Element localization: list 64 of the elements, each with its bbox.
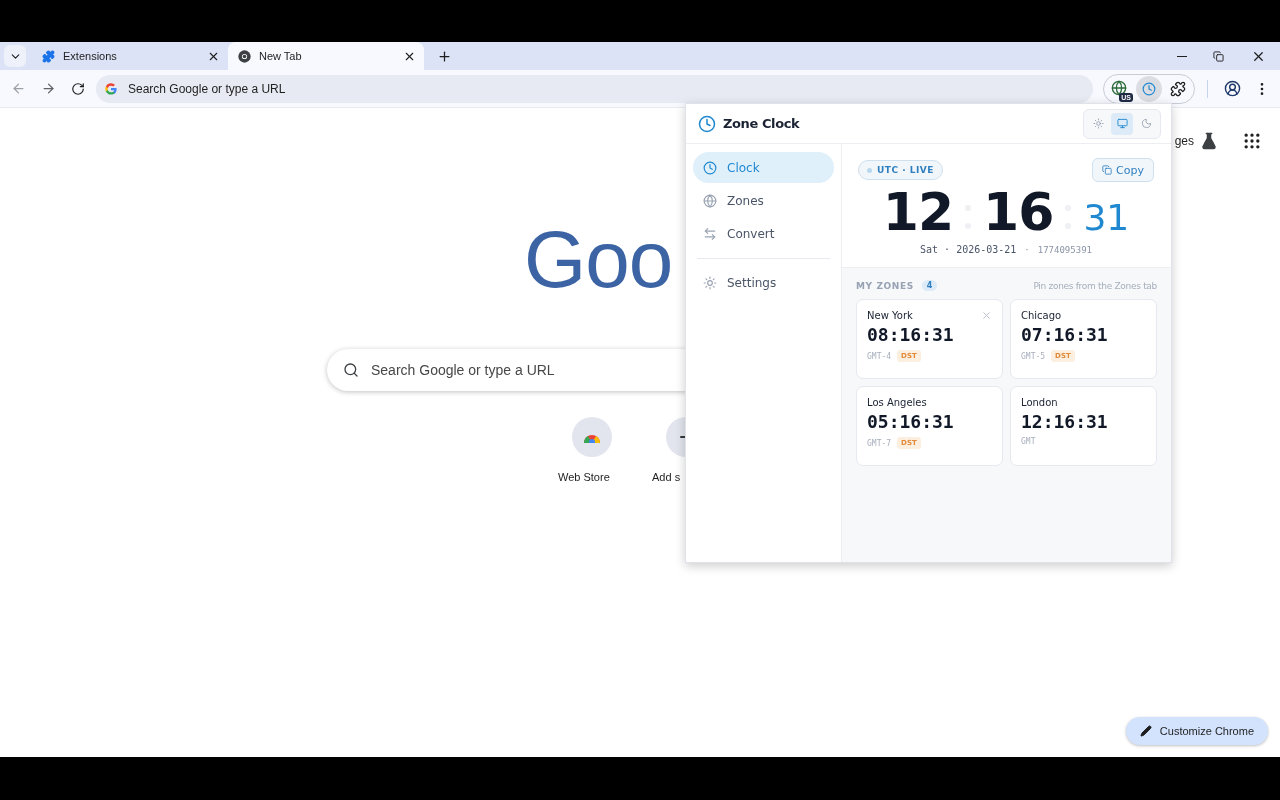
chrome-logo-icon [238,49,251,63]
customize-chrome-button[interactable]: Customize Chrome [1125,717,1268,745]
clock-seconds: 31 [1083,200,1130,236]
nav-item[interactable]: Convert [693,218,834,249]
clock-minutes: 16 [983,186,1054,238]
copy-icon [1102,165,1113,175]
search-icon [343,362,359,378]
zone-clock-logo-icon [698,114,716,133]
clock-hours: 12 [882,186,954,238]
address-bar[interactable]: Search Google or type a URL [96,74,1093,103]
live-status-chip: UTC · LIVE [858,160,943,180]
city-name: Los Angeles [867,397,927,408]
nav-item[interactable]: Settings [693,267,834,298]
copy-button[interactable]: Copy [1092,158,1154,182]
utc-offset: GMT-5 [1021,351,1046,361]
zone-card[interactable]: London 12:16:31 GMT [1010,386,1157,466]
swap-icon [703,226,717,241]
separator-text: · [1024,244,1030,255]
minimize-icon [1177,55,1187,57]
globe-icon [1111,79,1127,96]
forward-arrow-icon [40,81,56,96]
sun-icon [1092,118,1104,129]
profile-icon [1223,80,1241,97]
monitor-icon [1116,118,1128,129]
browser-tab[interactable]: New Tab [228,42,424,70]
zone-time: 07:16:31 [1021,324,1109,345]
flask-icon[interactable] [1200,132,1218,150]
shortcut-label[interactable]: Add s [652,471,681,483]
system-theme-button[interactable] [1111,112,1133,135]
hint-text: Pin zones from the Zones tab [1033,280,1157,291]
reload-icon [71,81,85,96]
pencil-icon [1139,725,1152,737]
city-name: London [1021,397,1058,408]
nav-item[interactable]: Zones [693,185,834,216]
tab-search-button[interactable] [4,45,26,67]
browser-tab[interactable]: Extensions [32,42,228,70]
clock-icon [703,160,717,175]
plus-icon [436,48,452,64]
apps-icon[interactable] [1242,131,1262,151]
city-name: New York [867,310,913,321]
zone-time: 05:16:31 [867,411,955,432]
moon-icon [1140,118,1152,129]
settings-icon [703,275,717,290]
zone-time: 08:16:31 [867,324,955,345]
utc-offset: GMT [1021,437,1036,446]
globe-icon [703,193,717,208]
images-link[interactable]: ges [1174,134,1194,148]
epoch-text: 1774095391 [1037,244,1092,255]
zone-count: 4 [921,280,938,291]
section-title: MY ZONES [856,280,914,291]
shortcut-label[interactable]: Web Store [558,471,610,483]
date-text: Sat · 2026-03-21 [920,244,1017,255]
restore-icon [1212,50,1224,62]
city-name: Chicago [1021,310,1062,321]
utc-offset: GMT-4 [867,351,892,361]
utc-offset: GMT-7 [867,438,892,448]
puzzle-icon [42,49,55,63]
clock-icon [1142,81,1156,96]
puzzle-icon [1170,80,1186,97]
shortcut-tile[interactable] [572,417,612,457]
zone-time: 12:16:31 [1021,411,1109,432]
google-logo: Goo [524,220,673,306]
popup-title: Zone Clock [723,116,800,131]
google-g-icon [104,81,118,96]
